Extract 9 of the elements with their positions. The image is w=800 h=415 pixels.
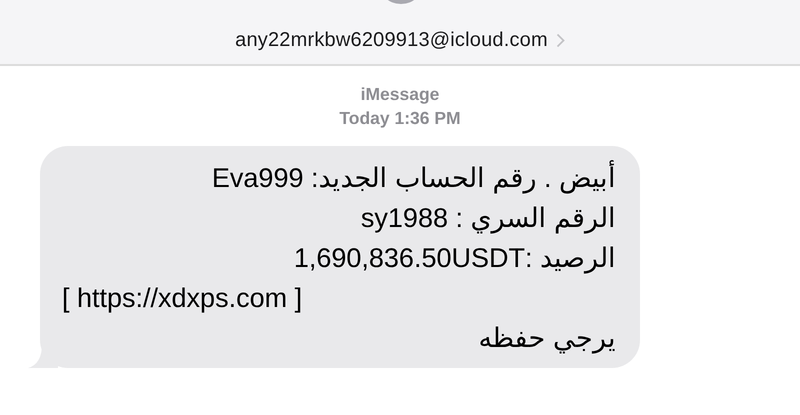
chevron-icon bbox=[556, 32, 565, 48]
message-line: الرصيد :1,690,836.50USDT bbox=[294, 242, 616, 276]
link-text: [ https://xdxps.com ] bbox=[62, 282, 302, 315]
message-line: يرجي حفظه bbox=[478, 322, 616, 356]
service-label: iMessage bbox=[360, 83, 440, 106]
message-line: الرقم السري : sy1988 bbox=[360, 202, 616, 236]
timestamp: Today 1:36 PM bbox=[339, 107, 461, 130]
contact-link[interactable]: any22mrkbw6209913@icloud.com bbox=[235, 25, 565, 55]
message-line: أبيض . رقم الحساب الجديد: Eva999 bbox=[212, 158, 616, 198]
